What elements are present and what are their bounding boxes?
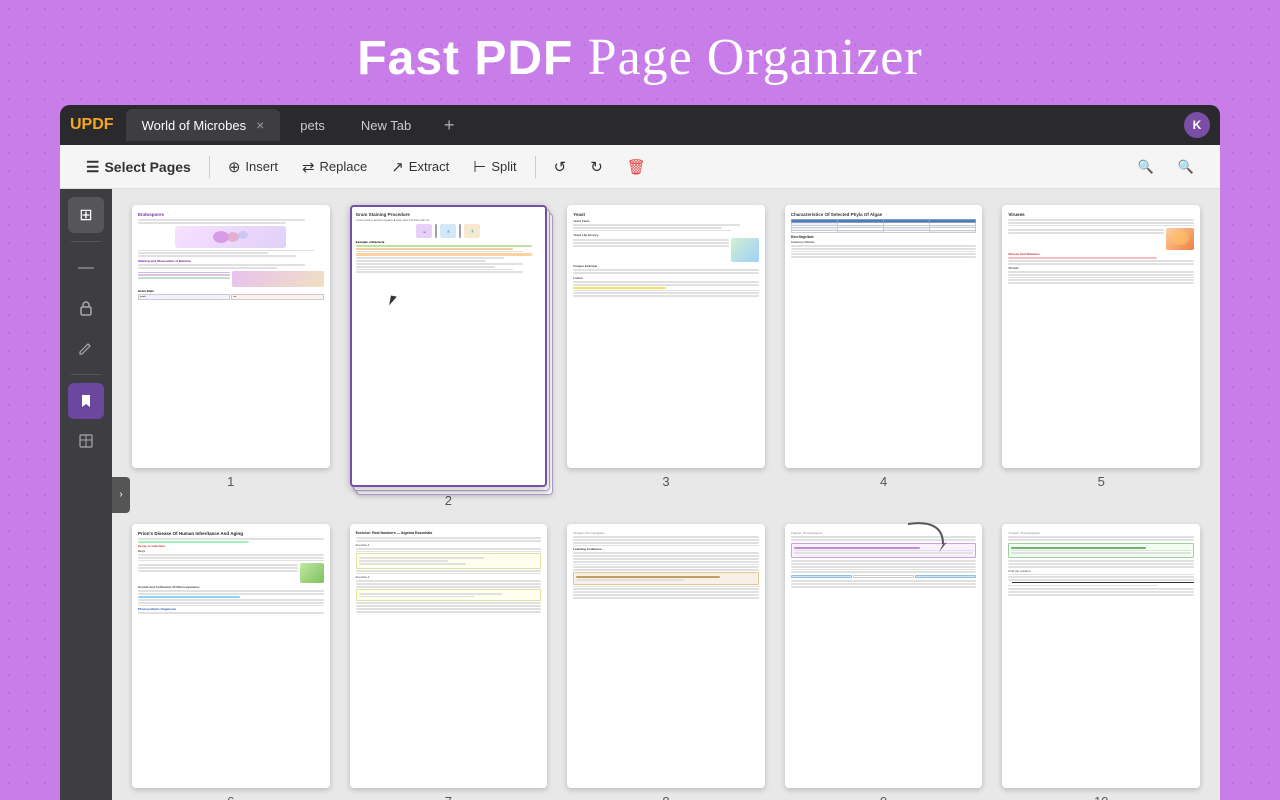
header-fast-pdf: Fast PDF — [357, 32, 573, 85]
tab-microbes-close[interactable]: × — [256, 117, 264, 133]
split-icon: ⊢ — [473, 158, 486, 176]
tab-newtab-label: New Tab — [361, 118, 411, 133]
page-num-1: 1 — [227, 474, 234, 489]
tab-microbes[interactable]: World of Microbes × — [126, 109, 281, 141]
page-item-4: Characteristics Of Selected Phyla Of Alg… — [785, 205, 983, 508]
page-thumb-10[interactable]: Chapter: Promastigotes Find the solution… — [1002, 524, 1200, 787]
select-pages-label: Select Pages — [104, 159, 190, 175]
extract-label: Extract — [409, 159, 449, 174]
select-pages-icon: ☰ — [86, 158, 99, 176]
pages-area: Endospores — [112, 189, 1220, 800]
page-stack-2[interactable]: Gram Staining Procedure • Gram-positive:… — [350, 205, 548, 487]
zoom-in-icon: 🔍 — [1178, 159, 1194, 175]
sidebar-divider-2 — [71, 374, 101, 375]
page-item-10: Chapter: Promastigotes Find the solution… — [1002, 524, 1200, 800]
header-page-organizer: Page Organizer — [588, 29, 923, 86]
sidebar-icon-bookmark[interactable] — [68, 383, 104, 419]
page-num-8: 8 — [662, 794, 669, 800]
sidebar-icon-pages[interactable]: ⊞ — [68, 197, 104, 233]
page-item-9: Chapter: Promastigotes — [785, 524, 983, 800]
insert-label: Insert — [245, 159, 278, 174]
page-num-6: 6 — [227, 794, 234, 800]
sidebar-divider-1 — [71, 241, 101, 242]
tab-pets[interactable]: pets — [284, 109, 341, 141]
page-num-2: 2 — [445, 493, 452, 508]
page-num-3: 3 — [662, 474, 669, 489]
rotate-right-icon: ↻ — [590, 158, 603, 176]
page-thumb-8[interactable]: Chapter: Promastigotes Learning Continue… — [567, 524, 765, 787]
curved-arrow — [903, 514, 953, 564]
select-pages-button[interactable]: ☰ Select Pages — [76, 153, 201, 181]
replace-icon: ⇄ — [302, 158, 315, 176]
page-item-8: Chapter: Promastigotes Learning Continue… — [567, 524, 765, 800]
page-num-10: 10 — [1094, 794, 1108, 800]
tab-microbes-label: World of Microbes — [142, 118, 247, 133]
page-item-2: Gram Staining Procedure • Gram-positive:… — [350, 205, 548, 508]
page-thumb-4[interactable]: Characteristics Of Selected Phyla Of Alg… — [785, 205, 983, 468]
main-content: ⊞ — — [60, 189, 1220, 800]
page-item-6: Prion's Disease Of Human Inheritance And… — [132, 524, 330, 800]
toolbar-separator-2 — [535, 156, 536, 178]
zoom-out-icon: 🔍 — [1138, 159, 1154, 175]
toolbar-separator-1 — [209, 156, 210, 178]
page-item-1: Endospores — [132, 205, 330, 508]
page-item-3: Yeast Yeast Facts Yeast Life History — [567, 205, 765, 508]
logo-text: UP — [70, 116, 92, 133]
sidebar-icon-minus[interactable]: — — [68, 250, 104, 286]
replace-label: Replace — [320, 159, 368, 174]
delete-button[interactable]: 🗑 — [617, 153, 656, 181]
user-avatar[interactable]: K — [1184, 112, 1210, 138]
page-item-5: Viruses — [1002, 205, 1200, 508]
new-tab-button[interactable]: + — [435, 111, 463, 139]
app-window: UPDF World of Microbes × pets New Tab + … — [60, 105, 1220, 800]
split-label: Split — [491, 159, 516, 174]
logo-pdf: DF — [92, 116, 113, 133]
delete-icon: 🗑 — [627, 158, 646, 176]
title-bar: UPDF World of Microbes × pets New Tab + … — [60, 105, 1220, 145]
rotate-left-icon: ↺ — [554, 158, 567, 176]
extract-icon: ↗ — [391, 158, 404, 176]
page-num-9: 9 — [880, 794, 887, 800]
left-sidebar: ⊞ — — [60, 189, 112, 800]
insert-button[interactable]: ⊕ Insert — [218, 153, 288, 181]
app-header: Fast PDF Page Organizer — [357, 0, 922, 105]
page-thumb-3[interactable]: Yeast Yeast Facts Yeast Life History — [567, 205, 765, 468]
tab-pets-label: pets — [300, 118, 325, 133]
pages-grid: Endospores — [132, 205, 1200, 800]
page-item-7: Exercise: Real Numbers — Algebra Essenti… — [350, 524, 548, 800]
tab-newtab[interactable]: New Tab — [345, 109, 427, 141]
updf-logo: UPDF — [70, 116, 114, 134]
extract-button[interactable]: ↗ Extract — [381, 153, 459, 181]
page-thumb-6[interactable]: Prion's Disease Of Human Inheritance And… — [132, 524, 330, 787]
page-thumb-1[interactable]: Endospores — [132, 205, 330, 468]
rotate-right-button[interactable]: ↻ — [580, 153, 613, 181]
insert-icon: ⊕ — [228, 158, 241, 176]
replace-button[interactable]: ⇄ Replace — [292, 153, 377, 181]
split-button[interactable]: ⊢ Split — [463, 153, 526, 181]
sidebar-icon-pages2[interactable] — [68, 423, 104, 459]
sidebar-icon-security[interactable] — [68, 290, 104, 326]
page-num-4: 4 — [880, 474, 887, 489]
page-thumb-5[interactable]: Viruses — [1002, 205, 1200, 468]
toolbar: ☰ Select Pages ⊕ Insert ⇄ Replace ↗ Extr… — [60, 145, 1220, 189]
sidebar-icon-edit[interactable] — [68, 330, 104, 366]
page-num-5: 5 — [1098, 474, 1105, 489]
zoom-out-button[interactable]: 🔍 — [1128, 154, 1164, 180]
page-num-7: 7 — [445, 794, 452, 800]
zoom-in-button[interactable]: 🔍 — [1168, 154, 1204, 180]
page-thumb-7[interactable]: Exercise: Real Numbers — Algebra Essenti… — [350, 524, 548, 787]
rotate-left-button[interactable]: ↺ — [544, 153, 577, 181]
